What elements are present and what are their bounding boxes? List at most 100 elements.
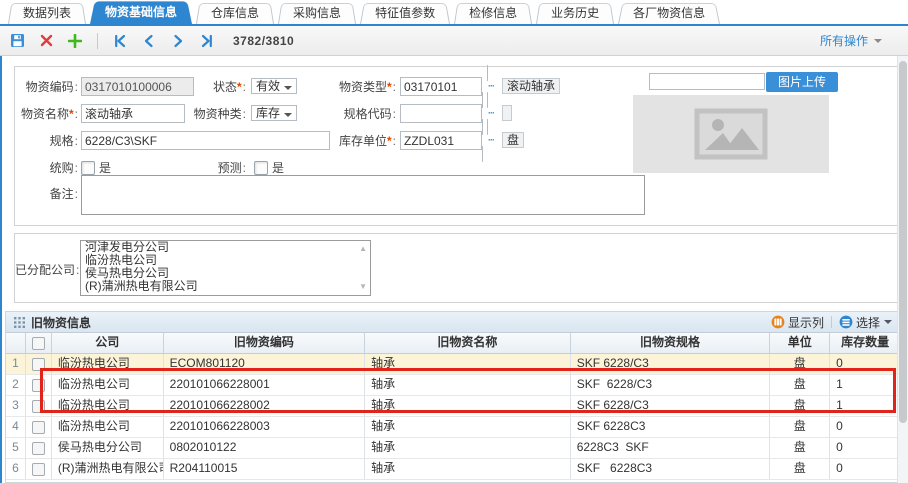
header-company: 公司 xyxy=(52,333,164,353)
header-old-name: 旧物资名称 xyxy=(365,333,571,353)
header-checkbox-cell xyxy=(26,333,52,353)
cell-unit: 盘 xyxy=(770,417,830,437)
spec-field[interactable] xyxy=(81,131,330,150)
cell-old-name: 轴承 xyxy=(365,459,571,479)
remark-label: 备注 xyxy=(15,185,78,202)
cell-unit: 盘 xyxy=(770,396,830,416)
stock-unit-label: 库存单位* xyxy=(328,132,396,149)
tab-item[interactable]: 物资基础信息 xyxy=(90,0,192,24)
cell-old-code: ECOM801120 xyxy=(164,354,366,374)
material-name-field[interactable] xyxy=(81,104,185,123)
image-upload-field[interactable] xyxy=(649,73,765,90)
cell-old-code: 0802010122 xyxy=(164,438,366,458)
row-checkbox[interactable] xyxy=(32,421,45,434)
remark-textarea[interactable] xyxy=(81,175,645,215)
row-number: 1 xyxy=(6,354,26,374)
row-checkbox[interactable] xyxy=(32,400,45,413)
assigned-companies-listbox[interactable]: ▲ ▼ 河津发电分公司 临汾热电公司 侯马热电分公司 (R)蒲洲热电有限公司 xyxy=(80,240,371,296)
cell-old-name: 轴承 xyxy=(365,375,571,395)
scroll-down-icon[interactable]: ▼ xyxy=(359,283,367,291)
row-checkbox-cell xyxy=(26,396,52,416)
company-list-item[interactable]: (R)蒲洲热电有限公司 xyxy=(81,280,370,293)
status-select[interactable]: 有效 xyxy=(251,78,297,94)
tab-item[interactable]: 采购信息 xyxy=(278,1,356,24)
cell-old-spec: SKF 6228/C3 xyxy=(571,396,771,416)
tab-item[interactable]: 仓库信息 xyxy=(196,1,274,24)
stock-unit-lookup-icon[interactable] xyxy=(482,119,500,162)
last-record-button[interactable] xyxy=(200,34,214,48)
status-label: 状态* xyxy=(192,78,246,95)
vertical-scrollbar[interactable] xyxy=(897,56,908,483)
tab-item[interactable]: 数据列表 xyxy=(8,1,86,24)
cell-old-code: 220101066228002 xyxy=(164,396,366,416)
forecast-option: 是 xyxy=(272,159,284,176)
tab-item[interactable]: 业务历史 xyxy=(536,1,614,24)
select-all-checkbox[interactable] xyxy=(32,337,45,350)
material-type-field[interactable] xyxy=(400,77,482,96)
row-checkbox[interactable] xyxy=(32,463,45,476)
cell-company: 侯马热电分公司 xyxy=(52,438,164,458)
table-row[interactable]: 2 临汾热电公司 220101066228001 轴承 SKF 6228/C3 … xyxy=(6,375,900,396)
stock-unit-name: 盘 xyxy=(502,132,524,148)
tab-item[interactable]: 各厂物资信息 xyxy=(618,1,720,24)
first-record-button[interactable] xyxy=(113,34,127,48)
show-columns-label: 显示列 xyxy=(788,314,824,331)
cell-unit: 盘 xyxy=(770,354,830,374)
tab-item[interactable]: 检修信息 xyxy=(454,1,532,24)
picture-icon xyxy=(694,108,768,160)
table-row[interactable]: 1 临汾热电公司 ECOM801120 轴承 SKF 6228/C3 盘 0 xyxy=(6,354,900,375)
table-row[interactable]: 5 侯马热电分公司 0802010122 轴承 6228C3 SKF 盘 0 xyxy=(6,438,900,459)
all-operations-button[interactable]: 所有操作 xyxy=(820,32,882,49)
material-name-label: 物资名称* xyxy=(15,105,78,122)
image-upload-button[interactable]: 图片上传 xyxy=(766,72,838,92)
cell-old-spec: SKF 6228/C3 xyxy=(571,354,771,374)
save-icon xyxy=(10,33,25,48)
cell-old-name: 轴承 xyxy=(365,417,571,437)
cell-company: 临汾热电公司 xyxy=(52,375,164,395)
save-button[interactable] xyxy=(10,33,25,48)
cell-company: 临汾热电公司 xyxy=(52,396,164,416)
cell-old-code: R204110015 xyxy=(164,459,366,479)
table-row[interactable]: 3 临汾热电公司 220101066228002 轴承 SKF 6228/C3 … xyxy=(6,396,900,417)
spec-code-field[interactable] xyxy=(400,104,482,123)
add-button[interactable] xyxy=(68,34,82,48)
cell-company: 临汾热电公司 xyxy=(52,417,164,437)
tab-label: 数据列表 xyxy=(23,6,71,20)
cell-old-name: 轴承 xyxy=(365,438,571,458)
row-checkbox[interactable] xyxy=(32,358,45,371)
scroll-up-icon[interactable]: ▲ xyxy=(359,245,367,253)
forecast-checkbox[interactable] xyxy=(254,161,268,175)
next-record-button[interactable] xyxy=(171,34,185,48)
header-old-spec: 旧物资规格 xyxy=(571,333,771,353)
cell-unit: 盘 xyxy=(770,459,830,479)
table-row[interactable]: 4 临汾热电公司 220101066228003 轴承 SKF 6228C3 盘… xyxy=(6,417,900,438)
scrollbar-thumb[interactable] xyxy=(899,61,907,423)
tab-item[interactable]: 特征值参数 xyxy=(360,1,450,24)
material-kind-select[interactable]: 库存 xyxy=(251,105,297,121)
tab-label: 各厂物资信息 xyxy=(633,6,705,20)
stock-unit-field[interactable] xyxy=(400,131,482,150)
header-unit: 单位 xyxy=(770,333,830,353)
prev-record-button[interactable] xyxy=(142,34,156,48)
row-checkbox[interactable] xyxy=(32,379,45,392)
select-menu-button[interactable]: 选择 xyxy=(839,314,892,331)
tab-label: 采购信息 xyxy=(293,6,341,20)
assigned-companies-label: 已分配公司 xyxy=(15,261,79,278)
header-old-code: 旧物资编码 xyxy=(164,333,366,353)
delete-button[interactable] xyxy=(40,34,53,47)
assigned-companies-section: 已分配公司 ▲ ▼ 河津发电分公司 临汾热电公司 侯马热电分公司 (R)蒲洲热电… xyxy=(14,233,898,303)
material-code-field[interactable] xyxy=(81,77,194,96)
row-checkbox[interactable] xyxy=(32,442,45,455)
unified-purchase-checkbox[interactable] xyxy=(81,161,95,175)
cell-old-code: 220101066228001 xyxy=(164,375,366,395)
cell-old-spec: SKF 6228/C3 xyxy=(571,375,771,395)
cell-stock-qty: 0 xyxy=(830,417,900,437)
table-row[interactable]: 6 (R)蒲洲热电有限公司 R204110015 轴承 SKF 6228C3 盘… xyxy=(6,459,900,480)
prev-icon xyxy=(142,34,156,48)
tab-bar: 数据列表 物资基础信息 仓库信息 采购信息 特征值参数 检修信息 业务历史 各厂… xyxy=(0,0,908,26)
cell-stock-qty: 0 xyxy=(830,459,900,479)
show-columns-button[interactable]: 显示列 xyxy=(771,314,824,331)
all-operations-label: 所有操作 xyxy=(820,32,868,49)
header-stock-qty: 库存数量 xyxy=(830,333,900,353)
cell-stock-qty: 1 xyxy=(830,375,900,395)
